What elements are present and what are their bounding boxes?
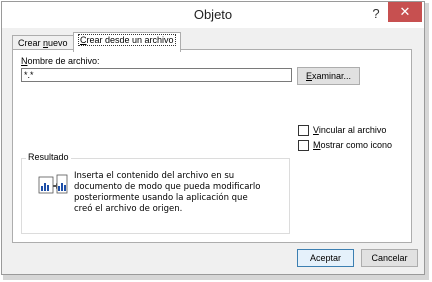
file-name-label: Nombre de archivo:: [21, 56, 100, 66]
result-line: posteriormente usando la aplicación que: [74, 193, 248, 203]
result-line: Inserta el contenido del archivo en su: [74, 171, 235, 181]
link-label[interactable]: Vincular al archivo: [313, 125, 386, 135]
result-title: Resultado: [26, 152, 71, 162]
tab-panel: Nombre de archivo: *.* Examinar... Vincu…: [12, 49, 412, 243]
tab-crear-desde-archivo[interactable]: Crear desde un archivo: [73, 32, 181, 52]
tab-label: Crear nuevo: [18, 38, 68, 48]
show-icon-label[interactable]: Mostrar como icono: [313, 140, 392, 150]
embed-document-icon: [38, 173, 68, 199]
result-line: creó el archivo de origen.: [74, 204, 183, 214]
dialog-window: Objeto ? ✕ Crear nuevo Crear desde un ar…: [1, 1, 425, 275]
ok-button[interactable]: Aceptar: [297, 249, 354, 267]
dialog-title: Objeto: [193, 7, 233, 22]
link-checkbox[interactable]: [298, 125, 309, 136]
close-button[interactable]: ✕: [388, 2, 422, 22]
file-name-input[interactable]: *.*: [21, 68, 292, 82]
show-icon-checkbox[interactable]: [298, 140, 309, 151]
cancel-button[interactable]: Cancelar: [361, 249, 418, 267]
close-icon: ✕: [399, 4, 411, 19]
tab-label: Crear desde un archivo: [78, 34, 176, 46]
title-bar: Objeto ? ✕: [2, 2, 424, 28]
result-line: documento de modo que pueda modificarlo: [74, 182, 261, 192]
result-description: Inserta el contenido del archivo en su d…: [74, 171, 284, 215]
help-button[interactable]: ?: [368, 6, 384, 22]
result-group: Resultado Inserta el contenido del archi…: [21, 152, 290, 234]
browse-button[interactable]: Examinar...: [297, 67, 360, 85]
